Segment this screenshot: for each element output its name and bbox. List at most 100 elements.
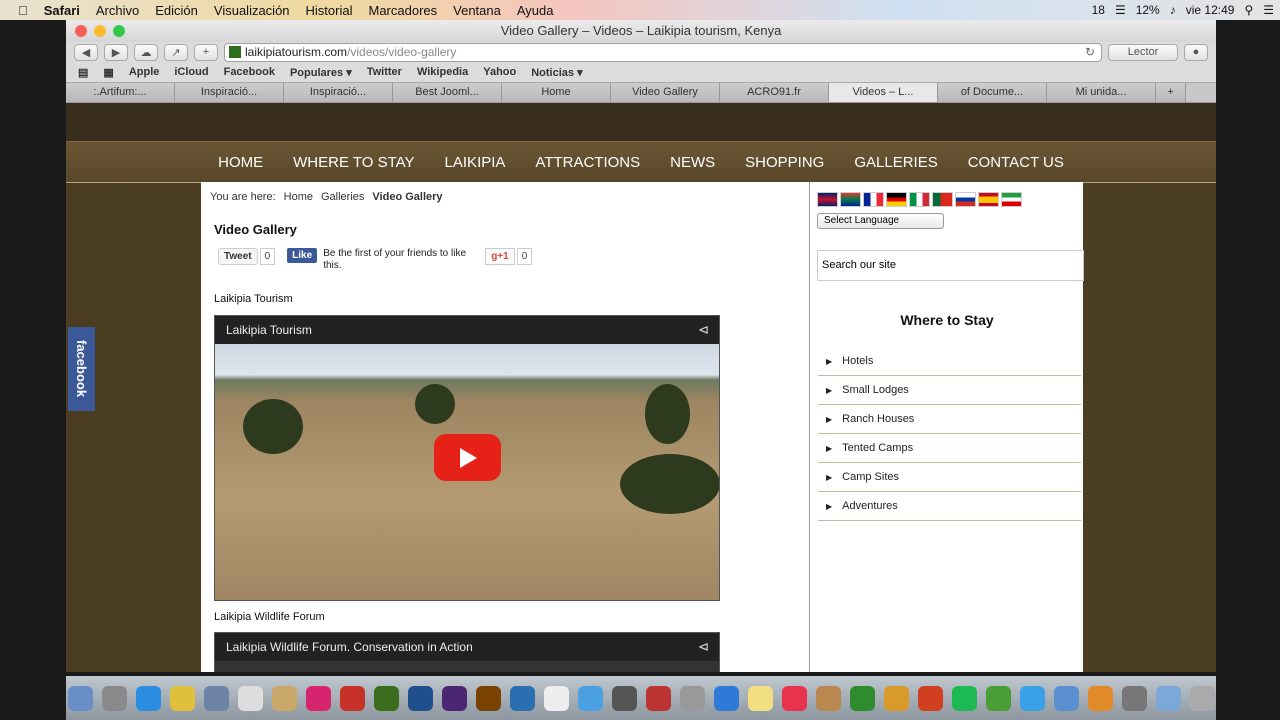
gplus-button[interactable]: g+1 xyxy=(485,248,515,265)
preview-icon[interactable] xyxy=(203,685,229,711)
flag-pt-icon[interactable] xyxy=(932,192,953,207)
minimize-window-button[interactable] xyxy=(94,25,106,37)
tab[interactable]: Inspiració... xyxy=(284,83,393,102)
word-icon[interactable] xyxy=(509,685,535,711)
downloads-folder-icon[interactable] xyxy=(1155,685,1181,711)
reload-icon[interactable]: ↻ xyxy=(1085,45,1095,59)
wifi-icon[interactable]: ☰ xyxy=(1115,3,1126,17)
flag-en-icon[interactable] xyxy=(817,192,838,207)
tweet-button[interactable]: Tweet xyxy=(218,248,258,265)
audio-hijack-icon[interactable] xyxy=(1121,685,1147,711)
new-tab-button[interactable]: + xyxy=(194,43,218,61)
bookmark-twitter[interactable]: Twitter xyxy=(367,66,402,78)
bookmark-facebook[interactable]: Facebook xyxy=(224,66,275,78)
menu-ventana[interactable]: Ventana xyxy=(445,3,509,18)
archive-icon[interactable] xyxy=(815,685,841,711)
utorrent-icon[interactable] xyxy=(985,685,1011,711)
clock-icon[interactable] xyxy=(543,685,569,711)
calendar-icon[interactable] xyxy=(237,685,263,711)
list-icon[interactable]: ☰ xyxy=(1263,3,1274,17)
breadcrumb-home[interactable]: Home xyxy=(284,191,313,203)
back-button[interactable]: ◀ xyxy=(74,43,98,61)
site-search-input[interactable]: Search our site xyxy=(817,250,1084,281)
add-tab-icon[interactable]: + xyxy=(1156,83,1186,102)
nav-shopping[interactable]: SHOPPING xyxy=(745,154,824,171)
nav-home[interactable]: HOME xyxy=(218,154,263,171)
search-icon[interactable]: ⚲ xyxy=(1244,3,1253,17)
forward-button[interactable]: ▶ xyxy=(104,43,128,61)
indesign-icon[interactable] xyxy=(305,685,331,711)
list-item[interactable]: ▶ Hotels xyxy=(818,347,1081,376)
virtualbox-icon[interactable] xyxy=(1053,685,1079,711)
tab[interactable]: of Docume... xyxy=(938,83,1047,102)
play-button[interactable] xyxy=(434,434,501,481)
downloads-button[interactable]: ● xyxy=(1184,43,1208,61)
reading-list-icon[interactable]: ▤ xyxy=(78,66,88,79)
video2-title[interactable]: Laikipia Wildlife Forum. Conservation in… xyxy=(226,640,473,654)
trash-icon[interactable] xyxy=(1189,685,1215,711)
bookmark-icloud[interactable]: iCloud xyxy=(174,66,208,78)
menu-visualizacion[interactable]: Visualización xyxy=(206,3,298,18)
notification-count[interactable]: 18 xyxy=(1092,3,1105,17)
launchpad-icon[interactable] xyxy=(101,685,127,711)
icloud-tabs-button[interactable]: ☁ xyxy=(134,43,158,61)
nav-attractions[interactable]: ATTRACTIONS xyxy=(535,154,640,171)
bookmark-yahoo[interactable]: Yahoo xyxy=(483,66,516,78)
bookmark-populares[interactable]: Populares ▾ xyxy=(290,66,352,79)
spotify-icon[interactable] xyxy=(951,685,977,711)
flag-za-icon[interactable] xyxy=(840,192,861,207)
app-menu[interactable]: Safari xyxy=(36,3,88,18)
facebook-side-tab[interactable]: facebook xyxy=(68,327,95,411)
flag-ir-icon[interactable] xyxy=(1001,192,1022,207)
top-sites-icon[interactable]: ▦ xyxy=(103,66,113,79)
tab[interactable]: ACRO91.fr xyxy=(720,83,829,102)
nav-news[interactable]: NEWS xyxy=(670,154,715,171)
menu-historial[interactable]: Historial xyxy=(298,3,361,18)
apple-icon[interactable]:  xyxy=(0,3,36,18)
tab[interactable]: Best Jooml... xyxy=(393,83,502,102)
notes-icon[interactable] xyxy=(271,685,297,711)
video-player[interactable]: Laikipia Tourism ⊲ xyxy=(214,315,720,601)
flag-fr-icon[interactable] xyxy=(863,192,884,207)
bookmark-wikipedia[interactable]: Wikipedia xyxy=(417,66,468,78)
audio-icon[interactable] xyxy=(883,685,909,711)
clock[interactable]: vie 12:49 xyxy=(1186,3,1235,17)
share-icon[interactable]: ⊲ xyxy=(698,316,709,344)
dreamweaver-icon[interactable] xyxy=(373,685,399,711)
list-item[interactable]: ▶ Tented Camps xyxy=(818,434,1081,463)
flag-it-icon[interactable] xyxy=(909,192,930,207)
facetime-icon[interactable] xyxy=(611,685,637,711)
powerpoint-icon[interactable] xyxy=(917,685,943,711)
list-item[interactable]: ▶ Camp Sites xyxy=(818,463,1081,492)
flag-ru-icon[interactable] xyxy=(955,192,976,207)
tab[interactable]: Video Gallery xyxy=(611,83,720,102)
nav-laikipia[interactable]: LAIKIPIA xyxy=(445,154,506,171)
list-item[interactable]: ▶ Small Lodges xyxy=(818,376,1081,405)
flag-de-icon[interactable] xyxy=(886,192,907,207)
zoom-window-button[interactable] xyxy=(113,25,125,37)
chrome-icon[interactable] xyxy=(169,685,195,711)
flash-icon[interactable] xyxy=(339,685,365,711)
nav-where-to-stay[interactable]: WHERE TO STAY xyxy=(293,154,414,171)
volume-icon[interactable]: ♪ xyxy=(1170,3,1176,17)
close-window-button[interactable] xyxy=(75,25,87,37)
menu-ayuda[interactable]: Ayuda xyxy=(509,3,562,18)
photobooth-icon[interactable] xyxy=(645,685,671,711)
itunes-icon[interactable] xyxy=(781,685,807,711)
system-preferences-icon[interactable] xyxy=(679,685,705,711)
safari-icon[interactable] xyxy=(135,685,161,711)
illustrator-icon[interactable] xyxy=(475,685,501,711)
tab[interactable]: :.Artifum:... xyxy=(66,83,175,102)
messages-icon[interactable] xyxy=(577,685,603,711)
reader-button[interactable]: Lector xyxy=(1108,43,1178,61)
premiere-icon[interactable] xyxy=(441,685,467,711)
photoshop-icon[interactable] xyxy=(407,685,433,711)
battery-level[interactable]: 12% xyxy=(1136,3,1160,17)
bookmark-noticias[interactable]: Noticias ▾ xyxy=(531,66,582,79)
share-icon[interactable]: ⊲ xyxy=(698,633,709,661)
tab-active[interactable]: Videos – L... xyxy=(829,83,938,102)
bookmark-apple[interactable]: Apple xyxy=(129,66,160,78)
video-thumbnail[interactable] xyxy=(215,344,719,600)
language-select[interactable]: Select Language xyxy=(817,213,944,229)
tab[interactable]: Inspiració... xyxy=(175,83,284,102)
